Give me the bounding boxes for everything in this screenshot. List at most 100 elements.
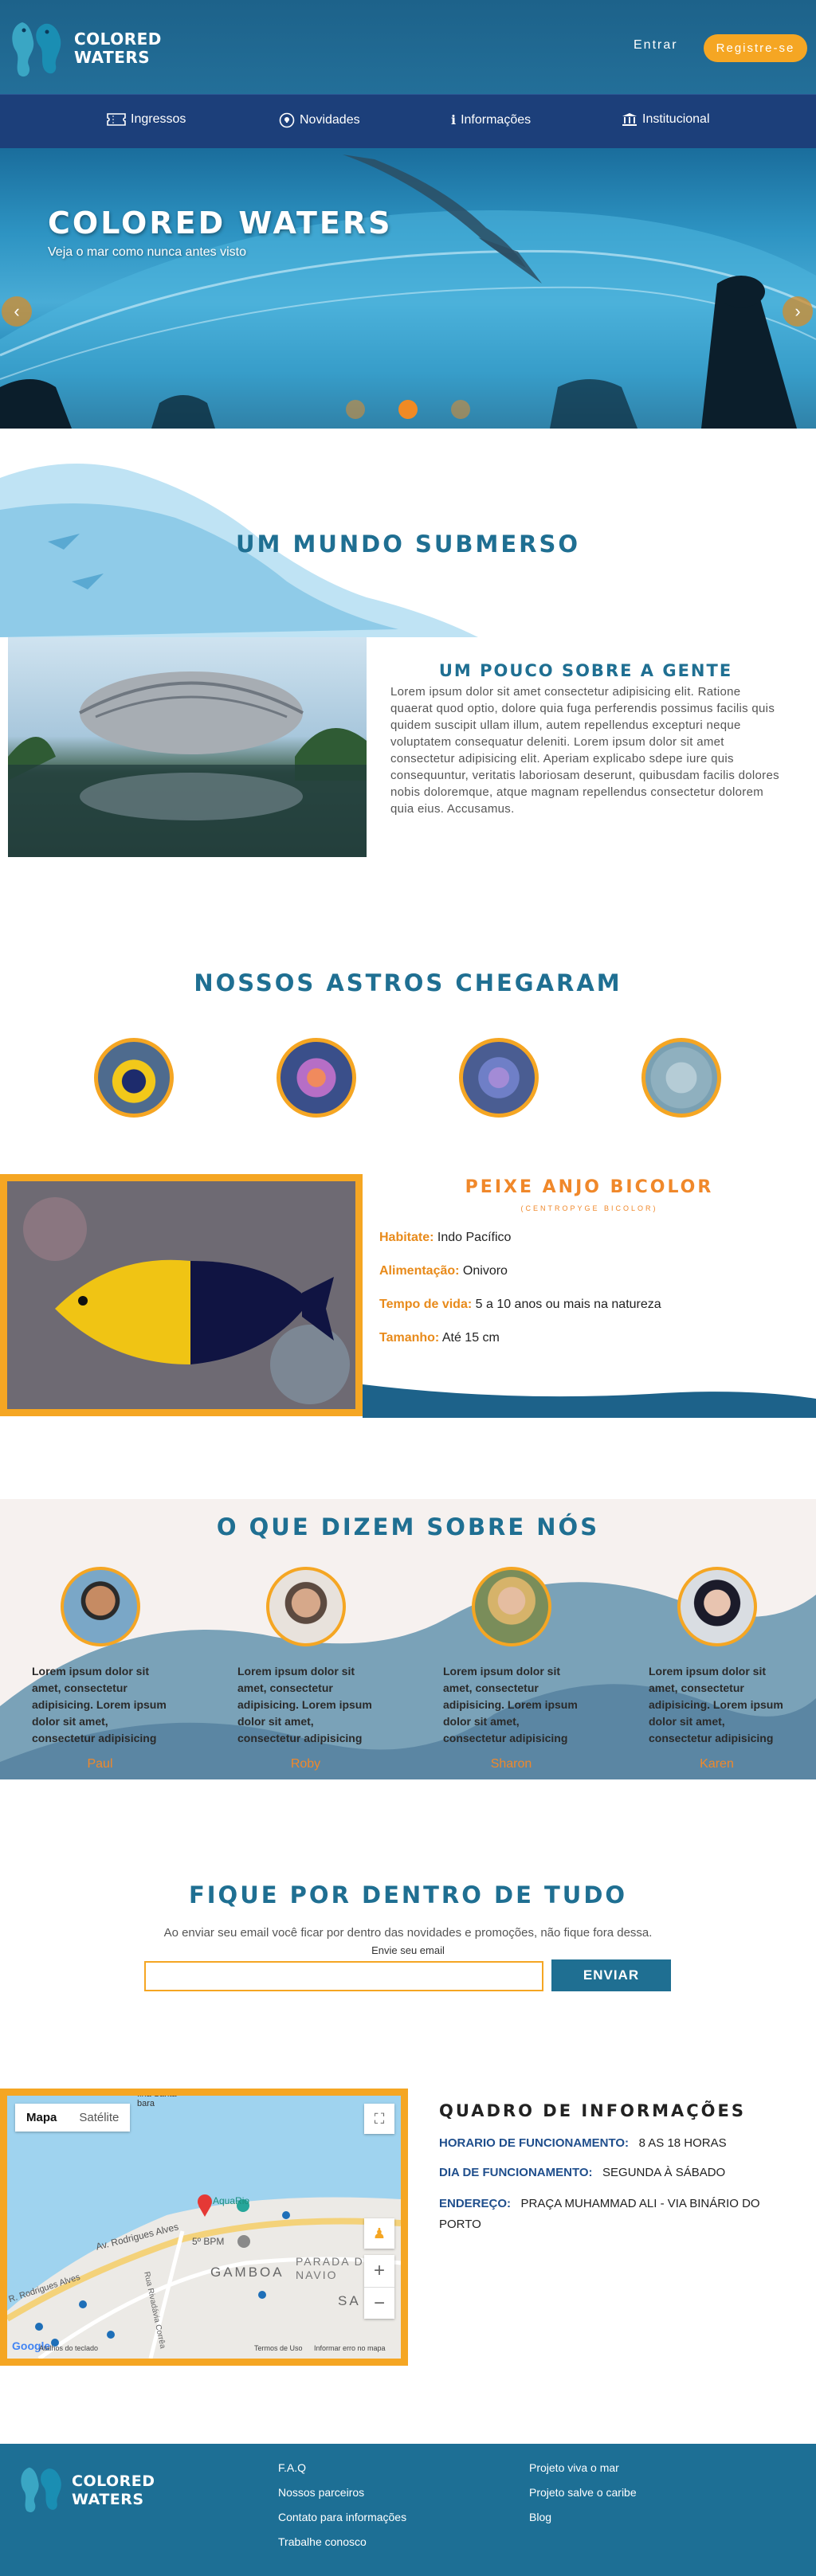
building-photo-icon: [8, 671, 367, 857]
map-type-toggle: Mapa Satélite: [15, 2104, 131, 2132]
brand-line-2: WATERS: [74, 48, 151, 67]
testimonial-text: Lorem ipsum dolor sit amet, consectetur …: [237, 1665, 372, 1744]
newsletter-text: Ao enviar seu email você ficar por dentr…: [163, 1926, 653, 1940]
wave-decoration: [363, 1384, 816, 1418]
satellite-tab[interactable]: Satélite: [68, 2104, 130, 2132]
testimonials-heading: O QUE DIZEM SOBRE NÓS: [216, 1513, 600, 1541]
fact-size: Tamanho: Até 15 cm: [379, 1331, 500, 1345]
seahorse-logo-icon: [12, 22, 61, 77]
fullscreen-icon[interactable]: ⛶: [364, 2104, 394, 2134]
logo[interactable]: [8, 18, 68, 84]
nav-item-ingressos[interactable]: Ingressos: [107, 112, 186, 127]
map-label-gamboa: GAMBOA: [210, 2265, 284, 2280]
footer-link-faq[interactable]: F.A.Q: [278, 2461, 306, 2474]
nav-label: Novidades: [300, 113, 360, 127]
ticket-icon: [107, 113, 126, 126]
brand-line-1: COLORED: [72, 2472, 155, 2490]
email-input[interactable]: [144, 1961, 543, 1991]
map-label-bpm: 5º BPM: [192, 2236, 225, 2247]
testimonial-name: Paul: [87, 1757, 113, 1771]
carousel-prev-button[interactable]: ‹: [2, 296, 32, 327]
zoom-in-icon[interactable]: +: [364, 2255, 394, 2287]
map-label-aquario: AquaRio: [213, 2195, 250, 2206]
nav-label: Informações: [461, 112, 532, 127]
register-button[interactable]: Registre-se: [704, 34, 807, 62]
fact-diet: Alimentação: Onivoro: [379, 1264, 508, 1278]
info-icon: i: [451, 112, 457, 127]
fish-thumb-1[interactable]: [94, 1038, 174, 1118]
brand-line-1: COLORED: [74, 29, 162, 49]
institution-icon: [622, 113, 637, 126]
hero-carousel: COLORED WATERS Veja o mar como nunca ant…: [0, 148, 816, 429]
newsletter-label: Envie seu email: [371, 1944, 445, 1956]
newsletter-heading: FIQUE POR DENTRO DE TUDO: [188, 1881, 628, 1909]
map-label-sa: SA: [338, 2293, 361, 2308]
featured-fish-name: PEIXE ANJO BICOLOR: [465, 1177, 714, 1197]
footer-logo[interactable]: [18, 2461, 67, 2521]
submit-button[interactable]: ENVIAR: [551, 1959, 671, 1991]
nav-label: Ingressos: [131, 112, 186, 126]
testimonial-text: Lorem ipsum dolor sit amet, consectetur …: [32, 1665, 167, 1744]
footer-link-contact[interactable]: Contato para informações: [278, 2511, 406, 2523]
featured-fish-scientific: (CENTROPYGE BICOLOR): [520, 1204, 658, 1212]
footer-brand-name: COLORED WATERS: [72, 2472, 155, 2509]
footer-link-viva-o-mar[interactable]: Projeto viva o mar: [529, 2461, 619, 2474]
map-widget[interactable]: Mapa Satélite Ilha Santa bara Av. Rodrig…: [0, 2089, 408, 2366]
map-tab[interactable]: Mapa: [15, 2104, 68, 2132]
carousel-dot-2[interactable]: [398, 400, 418, 419]
nav-item-novidades[interactable]: Novidades: [279, 112, 360, 128]
seahorse-logo-icon: [21, 2467, 61, 2512]
testimonial-text: Lorem ipsum dolor sit amet, consectetur …: [443, 1665, 578, 1744]
login-link[interactable]: Entrar: [634, 38, 678, 53]
avatar: [677, 1567, 757, 1646]
info-address: ENDEREÇO: PRAÇA MUHAMMAD ALI - VIA BINÁR…: [439, 2197, 760, 2231]
testimonial-name: Roby: [290, 1757, 321, 1771]
avatar: [61, 1567, 140, 1646]
brand-line-2: WATERS: [72, 2491, 144, 2508]
fact-lifespan: Tempo de vida: 5 a 10 anos ou mais na na…: [379, 1298, 661, 1311]
fact-habitat: Habitate: Indo Pacífico: [379, 1231, 512, 1244]
terms-link[interactable]: Termos de Uso: [254, 2344, 303, 2352]
nav-item-institucional[interactable]: Institucional: [622, 112, 710, 127]
map-canvas[interactable]: [7, 2096, 401, 2359]
info-hours: HORARIO DE FUNCIONAMENTO: 8 AS 18 HORAS: [439, 2136, 727, 2150]
testimonial-name: Karen: [700, 1757, 734, 1771]
testimonial-name: Sharon: [490, 1757, 532, 1771]
fish-thumb-2[interactable]: [277, 1038, 356, 1118]
carousel-dot-3[interactable]: [451, 400, 470, 419]
fish-thumb-3[interactable]: [459, 1038, 539, 1118]
carousel-next-button[interactable]: ›: [783, 296, 813, 327]
about-subheading: UM POUCO SOBRE A GENTE: [438, 661, 733, 680]
lightbulb-icon: [279, 112, 295, 128]
info-heading: QUADRO DE INFORMAÇÕES: [439, 2101, 747, 2120]
footer-link-blog[interactable]: Blog: [529, 2511, 551, 2523]
zoom-out-icon[interactable]: −: [364, 2287, 394, 2319]
about-heading: UM MUNDO SUBMERSO: [235, 530, 581, 558]
footer-link-salve-caribe[interactable]: Projeto salve o caribe: [529, 2486, 637, 2499]
bicolor-angelfish-icon: [7, 1181, 355, 1409]
nav-label: Institucional: [642, 112, 710, 126]
report-error-link[interactable]: Informar erro no mapa: [314, 2344, 386, 2352]
hero-subtitle: Veja o mar como nunca antes visto: [48, 245, 247, 259]
about-text: Lorem ipsum dolor sit amet consectetur a…: [390, 685, 779, 816]
info-days: DIA DE FUNCIONAMENTO: SEGUNDA À SÁBADO: [439, 2166, 726, 2179]
aquarium-tunnel-image: [0, 155, 816, 429]
zoom-controls: + −: [364, 2255, 394, 2319]
carousel-dot-1[interactable]: [346, 400, 365, 419]
avatar: [472, 1567, 551, 1646]
testimonial-text: Lorem ipsum dolor sit amet, consectetur …: [649, 1665, 783, 1744]
aquarium-building-image: [8, 637, 367, 857]
hero-title: COLORED WATERS: [48, 206, 393, 241]
keyboard-shortcuts-link[interactable]: Atalhos do teclado: [39, 2344, 98, 2352]
site-footer: COLORED WATERS F.A.Q Nossos parceiros Co…: [0, 2444, 816, 2576]
site-header: COLORED WATERS Entrar Registre-se: [0, 0, 816, 94]
footer-link-partners[interactable]: Nossos parceiros: [278, 2486, 364, 2499]
street-view-pegman-icon[interactable]: ♟: [364, 2218, 394, 2249]
nav-item-informacoes[interactable]: i Informações: [451, 112, 531, 127]
fish-thumb-4[interactable]: [641, 1038, 721, 1118]
main-nav: Ingressos Novidades i Informações Instit…: [0, 94, 816, 148]
avatar: [266, 1567, 346, 1646]
footer-link-careers[interactable]: Trabalhe conosco: [278, 2535, 367, 2548]
stars-heading: NOSSOS ASTROS CHEGARAM: [194, 969, 622, 996]
map-label-ilha: Ilha Santa bara: [137, 2089, 177, 2108]
